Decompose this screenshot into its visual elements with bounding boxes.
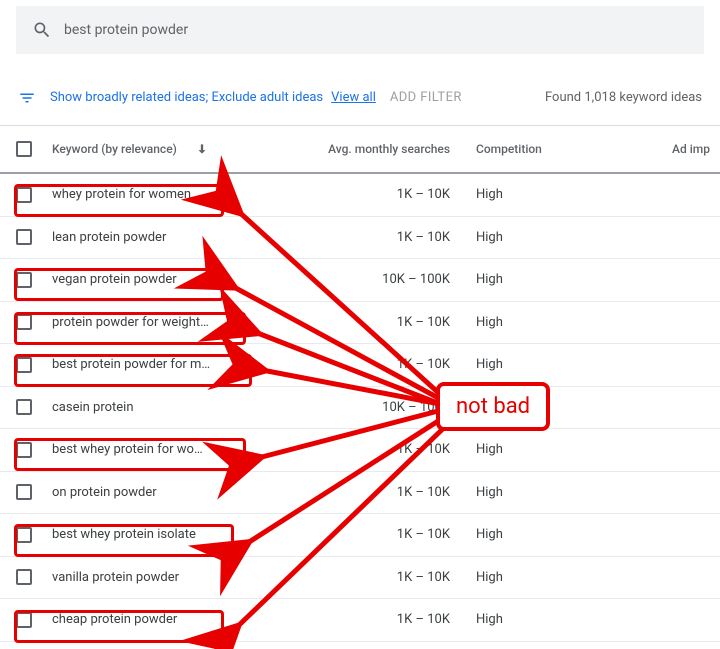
- checkbox-icon[interactable]: [16, 357, 32, 373]
- table-row[interactable]: best protein powder for m… 1K – 10K High: [0, 344, 720, 387]
- table-row[interactable]: vegan protein powder 10K – 100K High: [0, 259, 720, 302]
- keyword-cell: best whey protein isolate: [48, 527, 258, 542]
- competition-cell: High: [468, 187, 608, 202]
- avg-cell: 1K – 10K: [258, 315, 468, 330]
- ad-impressions-header[interactable]: Ad imp: [608, 142, 720, 156]
- competition-cell: High: [468, 485, 608, 500]
- table-row[interactable]: best whey protein for wo… 1K – 10K High: [0, 429, 720, 472]
- avg-cell: 1K – 10K: [258, 612, 468, 627]
- checkbox-icon[interactable]: [16, 229, 32, 245]
- checkbox-icon[interactable]: [16, 399, 32, 415]
- table-row[interactable]: cheap protein powder 1K – 10K High: [0, 599, 720, 642]
- avg-cell: 1K – 10K: [258, 230, 468, 245]
- keyword-cell: casein protein: [48, 400, 258, 415]
- search-bar[interactable]: best protein powder: [16, 6, 704, 54]
- search-icon: [32, 20, 52, 40]
- checkbox-icon[interactable]: [16, 442, 32, 458]
- keyword-cell: vanilla protein powder: [48, 570, 258, 585]
- keyword-cell: best protein powder for m…: [48, 357, 258, 372]
- table-row[interactable]: whey protein for women 1K – 10K High: [0, 174, 720, 217]
- table-row[interactable]: protein powder for weight… 1K – 10K High: [0, 302, 720, 345]
- competition-cell: High: [468, 527, 608, 542]
- avg-cell: 10K – 100K: [258, 272, 468, 287]
- add-filter-button[interactable]: ADD FILTER: [390, 90, 462, 105]
- competition-cell: High: [468, 272, 608, 287]
- filter-icon: [18, 89, 36, 107]
- keyword-cell: cheap protein powder: [48, 612, 258, 627]
- competition-cell: High: [468, 612, 608, 627]
- sort-down-icon: [195, 142, 209, 156]
- competition-cell: High: [468, 315, 608, 330]
- filter-bar: Show broadly related ideas; Exclude adul…: [0, 70, 720, 126]
- keyword-cell: whey protein for women: [48, 187, 258, 202]
- avg-cell: 1K – 10K: [258, 187, 468, 202]
- checkbox-icon[interactable]: [16, 569, 32, 585]
- search-query: best protein powder: [64, 22, 188, 38]
- keyword-cell: lean protein powder: [48, 230, 258, 245]
- keyword-cell: protein powder for weight…: [48, 315, 258, 330]
- table-row[interactable]: vanilla protein powder 1K – 10K High: [0, 557, 720, 600]
- checkbox-icon[interactable]: [16, 612, 32, 628]
- checkbox-icon[interactable]: [16, 187, 32, 203]
- avg-cell: 1K – 10K: [258, 570, 468, 585]
- avg-searches-header[interactable]: Avg. monthly searches: [258, 142, 468, 156]
- competition-header[interactable]: Competition: [468, 142, 608, 156]
- keyword-cell: on protein powder: [48, 485, 258, 500]
- keyword-cell: best whey protein for wo…: [48, 442, 258, 457]
- checkbox-icon[interactable]: [16, 272, 32, 288]
- avg-cell: 1K – 10K: [258, 442, 468, 457]
- table-row[interactable]: best whey protein isolate 1K – 10K High: [0, 514, 720, 557]
- table-row[interactable]: on protein powder 1K – 10K High: [0, 472, 720, 515]
- keyword-cell: vegan protein powder: [48, 272, 258, 287]
- view-all-link[interactable]: View all: [331, 90, 376, 105]
- select-all-cell[interactable]: [0, 141, 48, 157]
- table-row[interactable]: casein protein 10K – 100K High: [0, 387, 720, 430]
- avg-cell: 1K – 10K: [258, 527, 468, 542]
- checkbox-icon[interactable]: [16, 314, 32, 330]
- avg-cell: 1K – 10K: [258, 485, 468, 500]
- checkbox-icon[interactable]: [16, 527, 32, 543]
- table-header: Keyword (by relevance) Avg. monthly sear…: [0, 126, 720, 174]
- checkbox-icon[interactable]: [16, 484, 32, 500]
- avg-cell: 10K – 100K: [258, 400, 468, 415]
- avg-cell: 1K – 10K: [258, 357, 468, 372]
- filter-description: Show broadly related ideas; Exclude adul…: [50, 90, 323, 105]
- competition-cell: High: [468, 357, 608, 372]
- checkbox-icon: [16, 141, 32, 157]
- competition-cell: High: [468, 442, 608, 457]
- competition-cell: High: [468, 570, 608, 585]
- competition-cell: High: [468, 400, 608, 415]
- competition-cell: High: [468, 230, 608, 245]
- keyword-header-label: Keyword (by relevance): [52, 142, 177, 156]
- results-count: Found 1,018 keyword ideas: [545, 90, 702, 105]
- keyword-header[interactable]: Keyword (by relevance): [52, 142, 258, 156]
- table-row[interactable]: lean protein powder 1K – 10K High: [0, 217, 720, 260]
